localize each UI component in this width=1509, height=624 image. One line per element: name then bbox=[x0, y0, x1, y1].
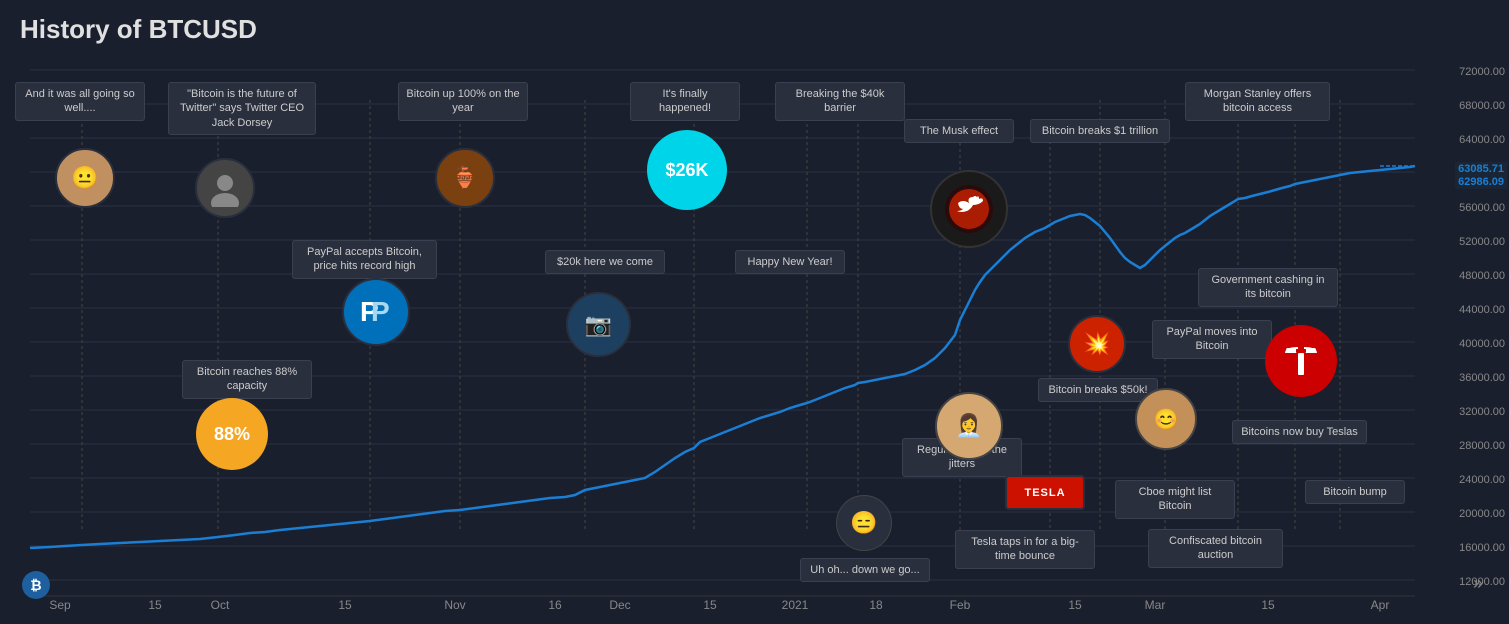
icon-26k: $26K bbox=[647, 130, 727, 210]
annotation-bump: Bitcoin bump bbox=[1305, 480, 1405, 504]
x-label-15-feb: 15 bbox=[1068, 598, 1081, 612]
annotation-20k: $20k here we come bbox=[545, 250, 665, 274]
icon-tesla-logo bbox=[1265, 325, 1337, 397]
svg-text:P: P bbox=[371, 296, 390, 327]
x-label-15-dec: 15 bbox=[703, 598, 716, 612]
icon-dorsey bbox=[195, 158, 255, 218]
x-label-15-mar: 15 bbox=[1261, 598, 1274, 612]
annotation-paypal2: PayPal moves into Bitcoin bbox=[1152, 320, 1272, 359]
annotation-tesla-bounce: Tesla taps in for a big-time bounce bbox=[955, 530, 1095, 569]
annotation-confiscated: Confiscated bitcoin auction bbox=[1148, 529, 1283, 568]
annotation-88pct: Bitcoin reaches 88% capacity bbox=[182, 360, 312, 399]
annotation-morgan: Morgan Stanley offers bitcoin access bbox=[1185, 82, 1330, 121]
icon-musk-twitter bbox=[930, 170, 1008, 248]
annotation-newyear: Happy New Year! bbox=[735, 250, 845, 274]
icon-paypal: P P bbox=[342, 278, 410, 346]
y-label-36k: 36000.00 bbox=[1459, 372, 1505, 384]
annotation-finally: It's finally happened! bbox=[630, 82, 740, 121]
x-label-apr: Apr bbox=[1371, 598, 1390, 612]
y-label-16k: 16000.00 bbox=[1459, 542, 1505, 554]
y-label-64k: 64000.00 bbox=[1459, 134, 1505, 146]
x-label-oct: Oct bbox=[211, 598, 230, 612]
annotation-dorsey: "Bitcoin is the future of Twitter" says … bbox=[168, 82, 316, 135]
nav-next-arrow[interactable]: » bbox=[1473, 573, 1483, 594]
x-label-16: 16 bbox=[548, 598, 561, 612]
icon-down: 😑 bbox=[836, 495, 892, 551]
x-label-feb: Feb bbox=[950, 598, 971, 612]
icon-100pct: 🏺 bbox=[435, 148, 495, 208]
annotation-cboe: Cboe might list Bitcoin bbox=[1115, 480, 1235, 519]
x-label-nov: Nov bbox=[444, 598, 465, 612]
x-label-15-oct: 15 bbox=[338, 598, 351, 612]
annotation-musk: The Musk effect bbox=[904, 119, 1014, 143]
y-label-52k: 52000.00 bbox=[1459, 236, 1505, 248]
annotation-40k: Breaking the $40k barrier bbox=[775, 82, 905, 121]
icon-face2: 😊 bbox=[1135, 388, 1197, 450]
annotation-1trillion: Bitcoin breaks $1 trillion bbox=[1030, 119, 1170, 143]
annotation-down: Uh oh... down we go... bbox=[800, 558, 930, 582]
x-label-18: 18 bbox=[869, 598, 882, 612]
y-label-72k: 72000.00 bbox=[1459, 66, 1505, 78]
annotation-100pct: Bitcoin up 100% on the year bbox=[398, 82, 528, 121]
y-label-48k: 48000.00 bbox=[1459, 270, 1505, 282]
annotation-tesla-buy: Bitcoins now buy Teslas bbox=[1232, 420, 1367, 444]
y-label-32k: 32000.00 bbox=[1459, 406, 1505, 418]
y-label-56k: 56000.00 bbox=[1459, 202, 1505, 214]
y-label-68k: 68000.00 bbox=[1459, 100, 1505, 112]
x-label-sep: Sep bbox=[49, 598, 70, 612]
y-label-20k: 20000.00 bbox=[1459, 508, 1505, 520]
icon-yellen: 👩‍💼 bbox=[935, 392, 1003, 460]
icon-20k: 📷 bbox=[566, 292, 631, 357]
x-label-15-sep: 15 bbox=[148, 598, 161, 612]
annotation-govt: Government cashing in its bitcoin bbox=[1198, 268, 1338, 307]
price-tag-1: 63085.71 bbox=[1455, 162, 1507, 176]
annotation-paypal: PayPal accepts Bitcoin, price hits recor… bbox=[292, 240, 437, 279]
annotation-going-well: And it was all going so well.... bbox=[15, 82, 145, 121]
btc-logo: ₿ bbox=[22, 571, 50, 599]
x-label-mar: Mar bbox=[1145, 598, 1166, 612]
icon-tesla-badge: TESLA bbox=[1005, 475, 1085, 510]
price-tag-2: 62986.09 bbox=[1455, 175, 1507, 189]
y-label-44k: 44000.00 bbox=[1459, 304, 1505, 316]
icon-88pct: 88% bbox=[196, 398, 268, 470]
icon-going-well: 😐 bbox=[55, 148, 115, 208]
annotation-50k: Bitcoin breaks $50k! bbox=[1038, 378, 1158, 402]
y-label-28k: 28000.00 bbox=[1459, 440, 1505, 452]
x-label-2021: 2021 bbox=[782, 598, 809, 612]
y-label-24k: 24000.00 bbox=[1459, 474, 1505, 486]
x-label-dec: Dec bbox=[609, 598, 630, 612]
y-label-40k: 40000.00 bbox=[1459, 338, 1505, 350]
chart-container: History of BTCUSD bbox=[0, 0, 1509, 624]
icon-paypal2: 💥 bbox=[1068, 315, 1126, 373]
